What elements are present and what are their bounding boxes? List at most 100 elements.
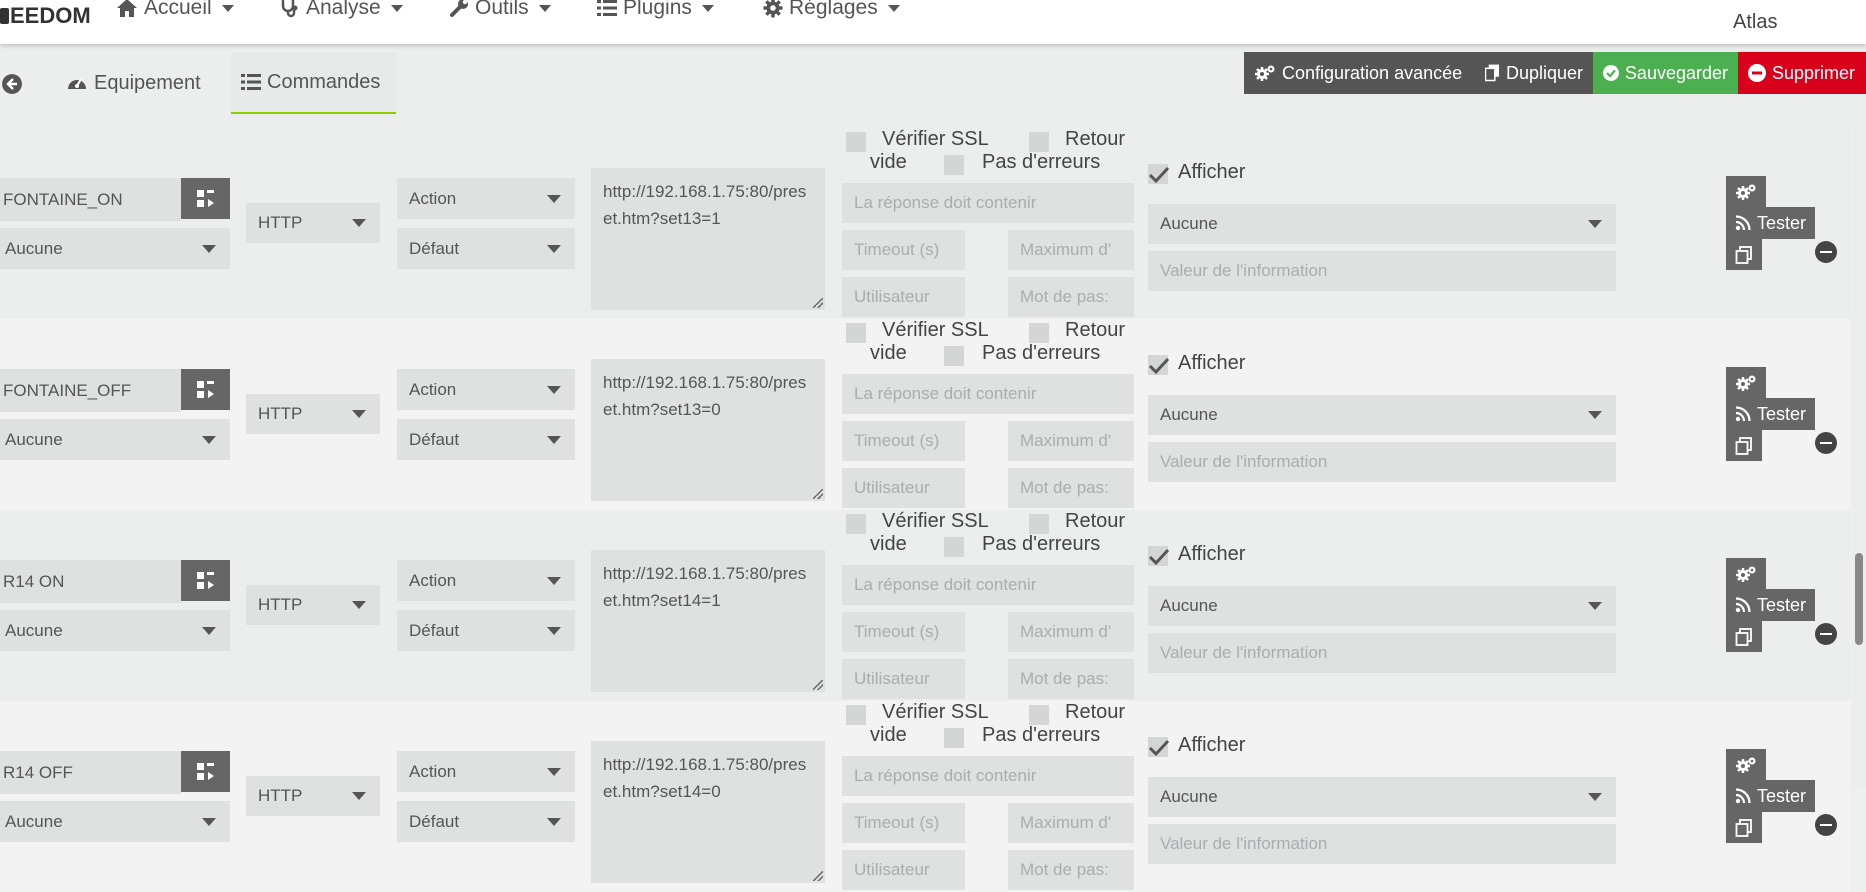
response-contains-input[interactable]: La réponse doit contenir [842,756,1134,796]
icon-picker-button[interactable] [181,369,230,410]
config-gears-button[interactable] [1726,176,1766,207]
subtype-select[interactable]: Défaut [397,419,575,460]
maximum-input[interactable]: Maximum d' [1008,230,1134,270]
password-input[interactable]: Mot de pas: [1008,659,1134,699]
command-name-input[interactable]: R14 OFF [0,751,181,794]
url-textarea[interactable]: http://192.168.1.75:80/preset.htm?set14=… [591,741,825,883]
command-name-input[interactable]: FONTAINE_ON [0,178,181,221]
response-contains-input[interactable]: La réponse doit contenir [842,374,1134,414]
password-input[interactable]: Mot de pas: [1008,277,1134,317]
nav-analyse[interactable]: Analyse [280,0,403,20]
password-input[interactable]: Mot de pas: [1008,850,1134,890]
user-input[interactable]: Utilisateur [842,277,965,317]
scrollbar-track[interactable] [1852,112,1866,789]
url-textarea[interactable]: http://192.168.1.75:80/preset.htm?set14=… [591,550,825,692]
duplicate-command-button[interactable] [1726,239,1762,270]
verify-ssl-checkbox[interactable] [846,705,866,725]
command-name-input[interactable]: R14 ON [0,560,181,603]
no-errors-checkbox[interactable] [944,346,964,366]
remove-command-icon[interactable] [1815,241,1837,263]
icon-picker-button[interactable] [181,751,230,792]
resize-handle-icon[interactable] [813,489,823,499]
duplicate-command-button[interactable] [1726,430,1762,461]
display-value-select[interactable]: Aucune [1148,777,1616,817]
timeout-input[interactable]: Timeout (s) [842,230,965,270]
url-textarea[interactable]: http://192.168.1.75:80/preset.htm?set13=… [591,359,825,501]
icon-picker-button[interactable] [181,178,230,219]
save-button[interactable]: Sauvegarder [1593,52,1738,94]
unit-select[interactable]: Aucune [0,801,230,842]
test-button[interactable]: Tester [1726,207,1815,239]
protocol-select[interactable]: HTTP [246,394,380,434]
back-arrow-icon[interactable] [2,74,22,94]
info-value-input[interactable]: Valeur de l'information [1148,442,1616,482]
delete-button[interactable]: Supprimer [1738,52,1866,94]
unit-select[interactable]: Aucune [0,610,230,651]
icon-picker-button[interactable] [181,560,230,601]
unit-select[interactable]: Aucune [0,228,230,269]
url-textarea[interactable]: http://192.168.1.75:80/preset.htm?set13=… [591,168,825,310]
duplicate-command-button[interactable] [1726,812,1762,843]
display-value-select[interactable]: Aucune [1148,204,1616,244]
remove-command-icon[interactable] [1815,623,1837,645]
duplicate-button[interactable]: Dupliquer [1475,52,1593,94]
nav-outils[interactable]: Outils [449,0,551,20]
type-select[interactable]: Action [397,751,575,792]
test-button[interactable]: Tester [1726,780,1815,812]
user-input[interactable]: Utilisateur [842,468,965,508]
subtype-select[interactable]: Défaut [397,610,575,651]
display-value-select[interactable]: Aucune [1148,586,1616,626]
protocol-select[interactable]: HTTP [246,203,380,243]
info-value-input[interactable]: Valeur de l'information [1148,251,1616,291]
response-contains-input[interactable]: La réponse doit contenir [842,565,1134,605]
user-menu[interactable]: Atlas [1733,11,1777,34]
info-value-input[interactable]: Valeur de l'information [1148,824,1616,864]
password-input[interactable]: Mot de pas: [1008,468,1134,508]
maximum-input[interactable]: Maximum d' [1008,421,1134,461]
maximum-input[interactable]: Maximum d' [1008,803,1134,843]
user-input[interactable]: Utilisateur [842,850,965,890]
retour-vide-checkbox[interactable] [1029,514,1049,534]
retour-vide-checkbox[interactable] [1029,132,1049,152]
no-errors-checkbox[interactable] [944,537,964,557]
maximum-input[interactable]: Maximum d' [1008,612,1134,652]
duplicate-command-button[interactable] [1726,621,1762,652]
timeout-input[interactable]: Timeout (s) [842,612,965,652]
tab-commandes[interactable]: Commandes [231,52,396,114]
test-button[interactable]: Tester [1726,589,1815,621]
resize-handle-icon[interactable] [813,871,823,881]
config-gears-button[interactable] [1726,749,1766,780]
subtype-select[interactable]: Défaut [397,228,575,269]
advanced-config-button[interactable]: Configuration avancée [1244,52,1475,94]
type-select[interactable]: Action [397,369,575,410]
display-value-select[interactable]: Aucune [1148,395,1616,435]
resize-handle-icon[interactable] [813,298,823,308]
jeedom-logo[interactable]: EEDOM [0,3,91,29]
nav-accueil[interactable]: Accueil [116,0,234,20]
type-select[interactable]: Action [397,178,575,219]
response-contains-input[interactable]: La réponse doit contenir [842,183,1134,223]
config-gears-button[interactable] [1726,367,1766,398]
type-select[interactable]: Action [397,560,575,601]
resize-handle-icon[interactable] [813,680,823,690]
verify-ssl-checkbox[interactable] [846,323,866,343]
verify-ssl-checkbox[interactable] [846,132,866,152]
info-value-input[interactable]: Valeur de l'information [1148,633,1616,673]
retour-vide-checkbox[interactable] [1029,705,1049,725]
protocol-select[interactable]: HTTP [246,776,380,816]
timeout-input[interactable]: Timeout (s) [842,803,965,843]
user-input[interactable]: Utilisateur [842,659,965,699]
tab-equipement[interactable]: Equipement [66,52,201,114]
subtype-select[interactable]: Défaut [397,801,575,842]
retour-vide-checkbox[interactable] [1029,323,1049,343]
protocol-select[interactable]: HTTP [246,585,380,625]
verify-ssl-checkbox[interactable] [846,514,866,534]
remove-command-icon[interactable] [1815,432,1837,454]
scrollbar-thumb[interactable] [1855,553,1863,645]
no-errors-checkbox[interactable] [944,728,964,748]
nav-reglages[interactable]: Réglages [763,0,900,20]
config-gears-button[interactable] [1726,558,1766,589]
remove-command-icon[interactable] [1815,814,1837,836]
test-button[interactable]: Tester [1726,398,1815,430]
nav-plugins[interactable]: Plugins [597,0,714,20]
